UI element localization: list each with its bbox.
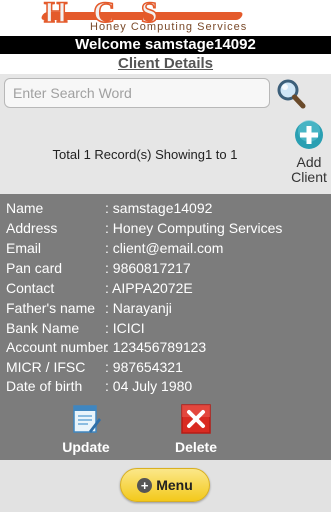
search-icon — [277, 79, 306, 109]
field-label: Email — [6, 240, 42, 256]
hcs-logo-mark: HCS Honey Computing Services — [20, 0, 270, 34]
delete-label: Delete — [174, 439, 218, 455]
field-label: Name — [6, 200, 44, 216]
client-details-panel: Name : samstage14092 Address : Honey Com… — [0, 194, 331, 460]
add-client-label-line1: Add — [296, 154, 322, 170]
add-client-button[interactable]: Add Client — [288, 120, 330, 190]
field-label: Address — [6, 220, 58, 236]
field-label: Pan card — [6, 260, 63, 276]
update-button[interactable]: Update — [56, 404, 116, 460]
logo-tagline: Honey Computing Services — [90, 21, 248, 33]
field-label: Account number — [6, 339, 108, 355]
field-value: : Honey Computing Services — [105, 220, 283, 236]
add-icon — [295, 120, 323, 149]
field-value: : ICICI — [105, 320, 145, 336]
welcome-banner: Welcome samstage14092 — [0, 36, 331, 54]
app-logo: HCS Honey Computing Services — [0, 0, 331, 36]
field-label: MICR / IFSC — [6, 359, 86, 375]
field-value: : client@email.com — [105, 240, 224, 256]
search-input[interactable] — [4, 78, 270, 108]
field-label: Contact — [6, 280, 55, 296]
footer-bar: + Menu — [0, 460, 331, 512]
field-value: : 987654321 — [105, 359, 183, 375]
field-value: : samstage14092 — [105, 200, 213, 216]
edit-icon — [73, 405, 101, 433]
menu-button[interactable]: + Menu — [120, 468, 210, 502]
client-details-page: HCS Honey Computing Services Welcome sam… — [0, 0, 331, 512]
field-label: Father's name — [6, 300, 96, 316]
field-value: : Narayanji — [105, 300, 172, 316]
plus-icon: + — [137, 477, 153, 493]
update-label: Update — [62, 439, 110, 455]
field-value: : 04 July 1980 — [105, 378, 193, 394]
field-value: : 9860817217 — [105, 260, 191, 276]
field-label: Date of birth — [6, 378, 83, 394]
field-value: : AIPPA2072E — [105, 280, 193, 296]
search-panel: Total 1 Record(s) Showing1 to 1 Add Clie… — [0, 74, 331, 194]
add-client-label-line2: Client — [291, 169, 327, 185]
delete-icon — [181, 404, 211, 434]
record-summary: Total 1 Record(s) Showing1 to 1 — [52, 147, 238, 162]
page-title: Client Details — [117, 55, 214, 72]
search-button[interactable] — [276, 78, 306, 110]
field-label: Bank Name — [6, 320, 80, 336]
menu-button-content: + Menu — [121, 469, 209, 501]
field-value: : 123456789123 — [105, 339, 207, 355]
delete-button[interactable]: Delete — [166, 404, 226, 460]
menu-label: Menu — [156, 477, 193, 493]
